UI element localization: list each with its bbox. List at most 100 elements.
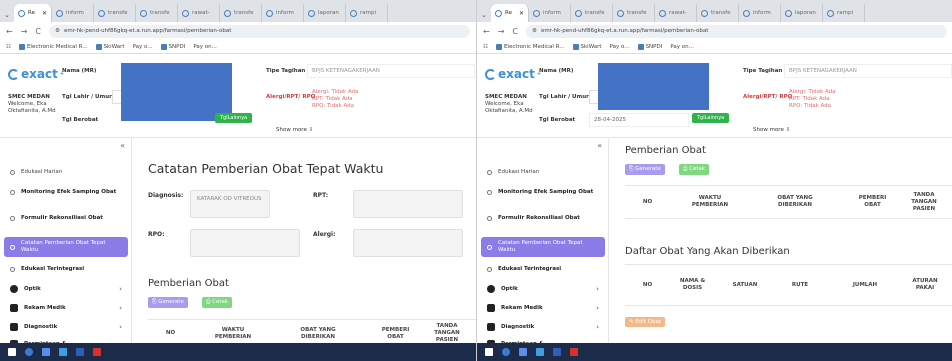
outlook-icon[interactable]: [42, 348, 50, 356]
rpo-field[interactable]: [190, 229, 300, 257]
tab[interactable]: laporan: [781, 4, 823, 22]
sidebar-item-rekam-medik[interactable]: Rekam Medik ›: [481, 301, 605, 315]
tab[interactable]: transfe: [697, 4, 739, 22]
forward-icon[interactable]: →: [498, 27, 505, 36]
explorer-icon[interactable]: [536, 348, 544, 356]
tab[interactable]: rawat-: [655, 4, 697, 22]
bookmark[interactable]: SkiWart: [95, 43, 125, 50]
other-date-button[interactable]: TglLainnya: [215, 113, 253, 123]
sidebar-item-edukasi-harian[interactable]: Edukasi Harian: [4, 166, 128, 179]
close-icon[interactable]: ✕: [519, 10, 524, 17]
tab[interactable]: inform: [529, 4, 571, 22]
apps-icon[interactable]: ☷: [483, 44, 488, 50]
word-icon[interactable]: [76, 348, 84, 356]
bookmarks-bar: ☷ Electronic Medical R... SkiWart Pay o.…: [477, 40, 952, 54]
alergi-field[interactable]: [353, 229, 463, 257]
pdf-icon[interactable]: [93, 348, 101, 356]
sidebar-item-rekonsiliasi[interactable]: Formulir Rekonsiliasi Obat: [4, 212, 128, 225]
tab[interactable]: transfe: [220, 4, 262, 22]
generate-button[interactable]: ⎘ Generate: [148, 297, 188, 308]
right-screenshot: ⌄ Re ✕ inform transfe transfe rawat- tran…: [476, 0, 952, 361]
tab-active[interactable]: Re ✕: [491, 4, 529, 22]
tab[interactable]: laporan: [304, 4, 346, 22]
tab[interactable]: inform: [262, 4, 304, 22]
bookmark[interactable]: Pay o...: [133, 44, 153, 50]
tab[interactable]: inform: [739, 4, 781, 22]
outlook-icon[interactable]: [519, 348, 527, 356]
chrome-icon[interactable]: [502, 348, 510, 356]
tab-active[interactable]: Re ✕: [14, 4, 52, 22]
sidebar-item-edukasi-terintegrasi[interactable]: Edukasi Terintegrasi: [481, 263, 605, 276]
bookmark[interactable]: Pay o...: [610, 44, 630, 50]
print-button[interactable]: ⎙ Cetak: [202, 297, 233, 308]
circle-icon: [10, 267, 15, 272]
sidebar-item-diagnostik[interactable]: Diagnostik ›: [4, 320, 128, 334]
visit-date-field[interactable]: 28-04-2025: [589, 113, 689, 127]
reload-icon[interactable]: C: [35, 27, 41, 36]
pdf-icon[interactable]: [570, 348, 578, 356]
windows-start-icon[interactable]: [8, 348, 16, 356]
show-more-link[interactable]: Show more ⇩: [276, 127, 313, 133]
chrome-icon[interactable]: [25, 348, 33, 356]
sidebar-item-edukasi-harian[interactable]: Edukasi Harian: [481, 166, 605, 179]
allergy-label: Alergi/RPT/ RPO: [743, 94, 793, 100]
reload-icon[interactable]: C: [512, 27, 518, 36]
generate-button[interactable]: ⎘ Generate: [625, 164, 665, 175]
windows-start-icon[interactable]: [485, 348, 493, 356]
sidebar-item-edukasi-terintegrasi[interactable]: Edukasi Terintegrasi: [4, 263, 128, 276]
eye-icon: [10, 285, 18, 293]
tab[interactable]: rampi: [346, 4, 388, 22]
bookmark[interactable]: SkiWart: [572, 43, 602, 50]
rpt-field[interactable]: [353, 190, 463, 218]
print-button[interactable]: ⎙ Cetak: [679, 164, 710, 175]
sidebar-item-catatan-pemberian[interactable]: Catatan Pemberian Obat Tepat Waktu: [4, 237, 128, 257]
collapse-sidebar-icon[interactable]: «: [120, 141, 125, 150]
sidebar-item-rekonsiliasi[interactable]: Formulir Rekonsiliasi Obat: [481, 212, 605, 225]
sidebar-item-monitoring[interactable]: Monitoring Efek Samping Obat: [481, 186, 605, 199]
url-input[interactable]: ⚙ emr-hk-pend-uhf86gkq-et.a.run.app/farma…: [526, 24, 947, 38]
explorer-icon[interactable]: [59, 348, 67, 356]
bookmark[interactable]: Pay on...: [670, 44, 694, 50]
sidebar-item-catatan-pemberian[interactable]: Catatan Pemberian Obat Tepat Waktu: [481, 237, 605, 257]
tab[interactable]: transfe: [94, 4, 136, 22]
show-more-link[interactable]: Show more ⇩: [753, 127, 790, 133]
rpt-label: RPT:: [313, 192, 329, 199]
tab[interactable]: transfe: [613, 4, 655, 22]
table-header: NO WAKTU PEMBERIAN OBAT YANG DIBERIKAN P…: [625, 185, 952, 219]
sidebar-item-monitoring[interactable]: Monitoring Efek Samping Obat: [4, 186, 128, 199]
collapse-sidebar-icon[interactable]: «: [597, 141, 602, 150]
tab-list-icon[interactable]: ⌄: [481, 8, 491, 22]
taskbar: [477, 343, 952, 361]
bookmark[interactable]: SNPDI: [637, 43, 662, 50]
tab-bar: ⌄ Re ✕ inform transfe transfe rawat- tran…: [0, 0, 476, 22]
close-icon[interactable]: ✕: [42, 10, 47, 17]
billing-label: Tipe Tagihan: [743, 68, 783, 74]
bookmark[interactable]: Electronic Medical R...: [495, 43, 565, 50]
bookmark[interactable]: Pay on...: [193, 44, 217, 50]
forward-icon[interactable]: →: [21, 27, 28, 36]
tab[interactable]: inform: [52, 4, 94, 22]
site-info-icon[interactable]: ⚙: [532, 28, 537, 34]
mr-label: Nama (MR): [62, 68, 97, 74]
back-icon[interactable]: ←: [6, 27, 13, 36]
url-input[interactable]: ⚙ emr-hk-pend-uhf86gkq-et.a.run.app/farma…: [49, 24, 470, 38]
back-icon[interactable]: ←: [483, 27, 490, 36]
tab[interactable]: transfe: [571, 4, 613, 22]
edit-drug-button[interactable]: ✎ Edit Obat: [625, 317, 666, 327]
site-info-icon[interactable]: ⚙: [55, 28, 60, 34]
redacted-block: [598, 63, 709, 110]
bookmark[interactable]: Electronic Medical R...: [18, 43, 88, 50]
tab-list-icon[interactable]: ⌄: [4, 8, 14, 22]
other-date-button[interactable]: TglLainnya: [692, 113, 730, 123]
tab[interactable]: rampi: [823, 4, 865, 22]
sidebar-item-optik[interactable]: Optik ›: [481, 282, 605, 296]
apps-icon[interactable]: ☷: [6, 44, 11, 50]
tab[interactable]: rawat-: [178, 4, 220, 22]
sidebar-item-rekam-medik[interactable]: Rekam Medik ›: [4, 301, 128, 315]
bookmark[interactable]: SNPDI: [160, 43, 185, 50]
sidebar-item-diagnostik[interactable]: Diagnostik ›: [481, 320, 605, 334]
sidebar-item-optik[interactable]: Optik ›: [4, 282, 128, 296]
word-icon[interactable]: [553, 348, 561, 356]
tab[interactable]: transfe: [136, 4, 178, 22]
diagnosis-field[interactable]: KATARAK OD VITREOUS: [190, 190, 270, 218]
